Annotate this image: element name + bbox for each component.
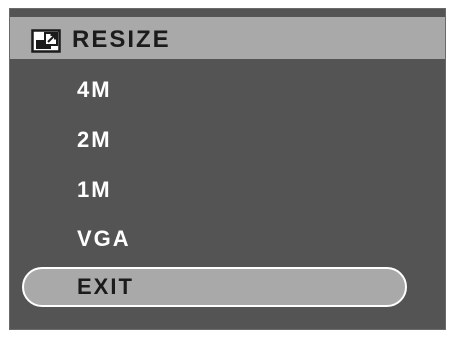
menu-item-label: 2M <box>77 127 112 152</box>
resize-icon <box>31 29 61 53</box>
menu-item-label: VGA <box>77 226 131 251</box>
menu-item-1m[interactable]: 1M <box>22 170 407 210</box>
menu-item-label: EXIT <box>77 274 134 299</box>
menu-item-label: 4M <box>77 77 112 102</box>
menu-item-exit[interactable]: EXIT <box>22 267 407 307</box>
menu-item-label: 1M <box>77 177 112 202</box>
camera-menu-screen: RESIZE 4M 2M 1M VGA EXIT <box>9 8 446 330</box>
menu-item-4m[interactable]: 4M <box>22 70 407 110</box>
page-title: RESIZE <box>72 26 171 53</box>
menu-item-2m[interactable]: 2M <box>22 120 407 160</box>
menu-header: RESIZE <box>10 17 445 59</box>
menu-item-vga[interactable]: VGA <box>22 219 407 259</box>
